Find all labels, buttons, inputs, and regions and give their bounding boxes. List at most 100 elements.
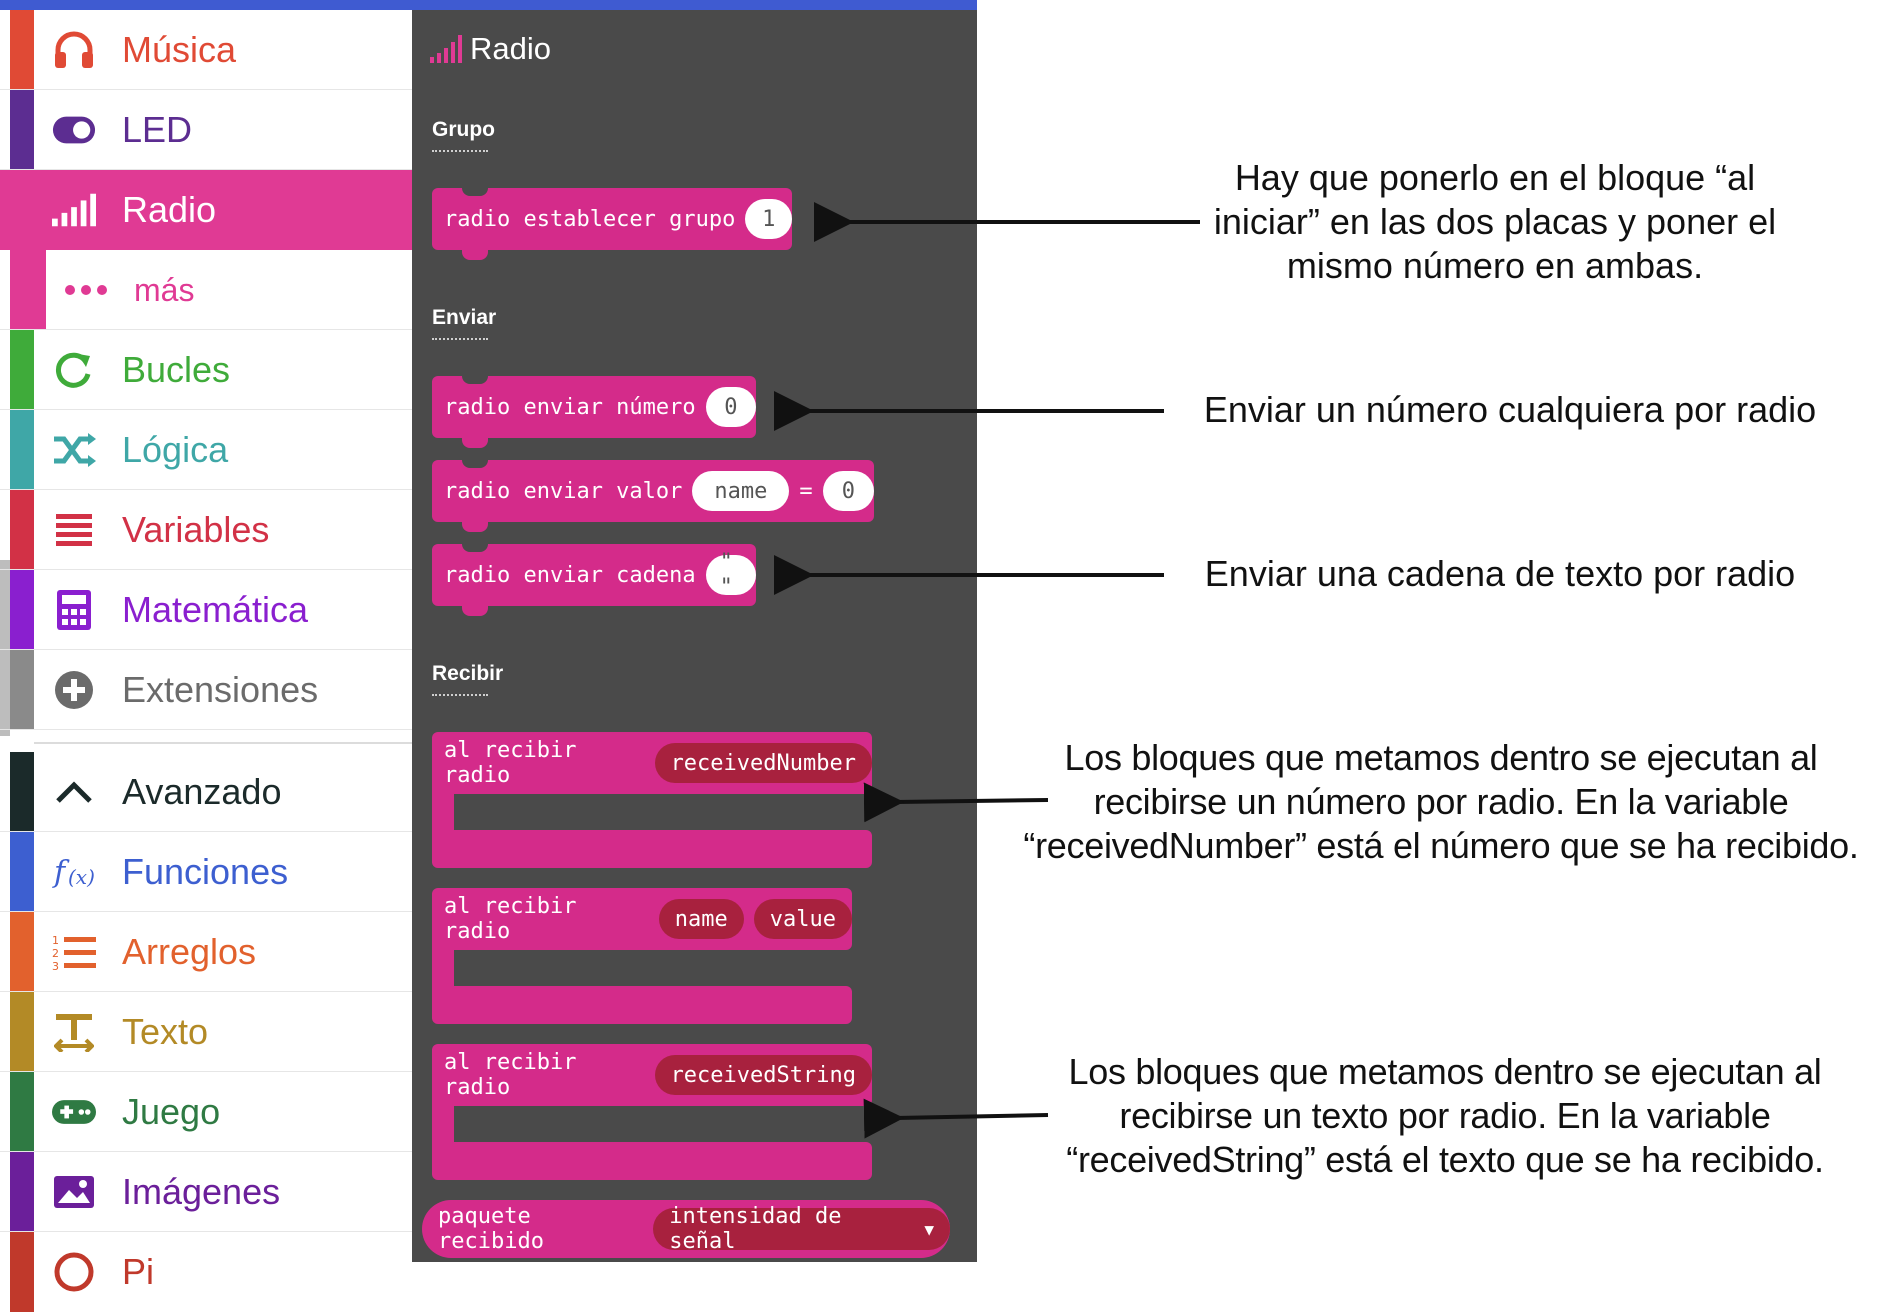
variable-value[interactable]: value — [753, 899, 852, 939]
event-header: al recibir radio name value — [432, 888, 852, 950]
category-label: Arreglos — [122, 931, 257, 972]
block-label: paquete recibido — [438, 1204, 544, 1254]
heading-grupo: Grupo — [432, 118, 495, 152]
block-label: al recibir radio — [444, 894, 577, 944]
block-tab — [462, 438, 488, 448]
category-label: Texto — [122, 1011, 209, 1052]
block-label: radio enviar valor — [444, 478, 683, 504]
signal-bars-icon — [52, 190, 96, 230]
shuffle-icon — [52, 430, 96, 470]
block-label: al recibir radio — [444, 1050, 577, 1100]
annotation-on-string: Los bloques que metamos dentro se ejecut… — [1066, 1051, 1824, 1180]
block-tab — [462, 606, 488, 616]
value-number-input[interactable]: 0 — [822, 471, 874, 511]
category-color-strip — [10, 250, 46, 329]
function-icon: f (x) — [52, 852, 96, 892]
heading-text: Enviar — [432, 306, 497, 329]
category-juego[interactable]: Juego — [0, 1072, 412, 1152]
event-side — [432, 792, 454, 832]
property-dropdown[interactable]: intensidad de señal ▼ — [653, 1204, 950, 1254]
variable-received-string[interactable]: receivedString — [654, 1055, 872, 1095]
block-on-received-number[interactable]: al recibir radio receivedNumber — [432, 732, 872, 868]
numbered-list-icon: 123 — [52, 932, 96, 972]
category-color-strip — [10, 10, 34, 89]
group-number-input[interactable]: 1 — [745, 199, 792, 239]
flyout-title: Radio — [430, 30, 551, 68]
category-logica[interactable]: Lógica — [0, 410, 412, 490]
category-matematica[interactable]: Matemática — [0, 570, 412, 650]
category-variables[interactable]: Variables — [0, 490, 412, 570]
category-mas[interactable]: más — [0, 250, 412, 330]
block-tab — [462, 522, 488, 532]
category-label: Pi — [122, 1251, 155, 1292]
list-lines-icon — [52, 510, 96, 550]
category-arreglos[interactable]: 123 Arreglos — [0, 912, 412, 992]
block-notch — [462, 460, 488, 468]
block-notch — [462, 188, 488, 196]
block-radio-set-group[interactable]: radio establecer grupo 1 — [432, 188, 792, 260]
event-footer — [432, 1142, 872, 1180]
category-radio[interactable]: Radio — [0, 170, 412, 250]
category-label: Avanzado — [122, 771, 282, 812]
block-label: radio establecer grupo — [444, 206, 736, 232]
event-side — [432, 1104, 454, 1144]
category-color-strip — [10, 170, 34, 250]
top-bar — [0, 0, 977, 10]
loop-arrow-icon — [52, 350, 96, 390]
annotation-send-number: Enviar un número cualquiera por radio — [1203, 389, 1817, 430]
variable-received-number[interactable]: receivedNumber — [654, 743, 872, 783]
block-radio-send-value[interactable]: radio enviar valor name = 0 — [432, 460, 874, 532]
block-tab — [462, 250, 488, 260]
category-color-strip — [10, 490, 34, 569]
variable-name[interactable]: name — [658, 899, 744, 939]
heading-underline — [432, 338, 488, 340]
event-footer — [432, 986, 852, 1024]
category-label: Imágenes — [122, 1171, 281, 1212]
category-extensiones[interactable]: Extensiones — [0, 650, 412, 730]
category-label: LED — [122, 109, 193, 150]
name-string-input[interactable]: name — [692, 471, 790, 511]
category-color-strip — [10, 912, 34, 991]
category-bucles[interactable]: Bucles — [0, 330, 412, 410]
category-color-strip — [10, 1232, 34, 1312]
category-texto[interactable]: Texto — [0, 992, 412, 1072]
heading-recibir: Recibir — [432, 662, 503, 696]
category-color-strip — [10, 1152, 34, 1231]
toggle-icon — [52, 110, 96, 150]
block-label: radio enviar cadena — [444, 562, 696, 588]
category-avanzado[interactable]: Avanzado — [0, 752, 412, 832]
block-on-received-string[interactable]: al recibir radio receivedString — [432, 1044, 872, 1180]
category-pines[interactable]: Pi — [0, 1232, 412, 1312]
sidebar-separator — [34, 742, 412, 744]
equals-sign: = — [799, 478, 813, 504]
category-label: Lógica — [122, 429, 229, 470]
toolbox-sidebar: Música LED Radio más Bucles Lógica Varia… — [0, 10, 412, 1312]
flyout-title-text: Radio — [470, 31, 551, 66]
number-input[interactable]: 0 — [705, 387, 756, 427]
block-radio-send-string[interactable]: radio enviar cadena " " — [432, 544, 756, 616]
annotation-on-number: Los bloques que metamos dentro se ejecut… — [1023, 737, 1859, 866]
category-funciones[interactable]: f (x) Funciones — [0, 832, 412, 912]
event-footer — [432, 830, 872, 868]
block-received-packet[interactable]: paquete recibido intensidad de señal ▼ — [422, 1200, 950, 1258]
heading-text: Grupo — [432, 118, 495, 141]
block-on-received-value[interactable]: al recibir radio name value — [432, 888, 872, 1024]
text-icon — [52, 1012, 96, 1052]
heading-underline — [432, 150, 488, 152]
annotation-group: Hay que ponerlo en el bloque “al iniciar… — [1213, 157, 1777, 286]
pins-icon — [52, 1252, 96, 1292]
category-color-strip — [10, 1072, 34, 1151]
block-radio-send-number[interactable]: radio enviar número 0 — [432, 376, 756, 448]
heading-enviar: Enviar — [432, 306, 496, 340]
category-musica[interactable]: Música — [0, 10, 412, 90]
category-imagenes[interactable]: Imágenes — [0, 1152, 412, 1232]
heading-text: Recibir — [432, 662, 504, 685]
string-input[interactable]: " " — [705, 550, 756, 600]
category-led[interactable]: LED — [0, 90, 412, 170]
category-label: Matemática — [122, 589, 309, 630]
category-color-strip — [10, 330, 34, 409]
event-header: al recibir radio receivedNumber — [432, 732, 872, 794]
signal-bars-icon — [430, 35, 466, 68]
category-color-strip — [10, 832, 34, 911]
category-color-strip — [10, 650, 34, 729]
